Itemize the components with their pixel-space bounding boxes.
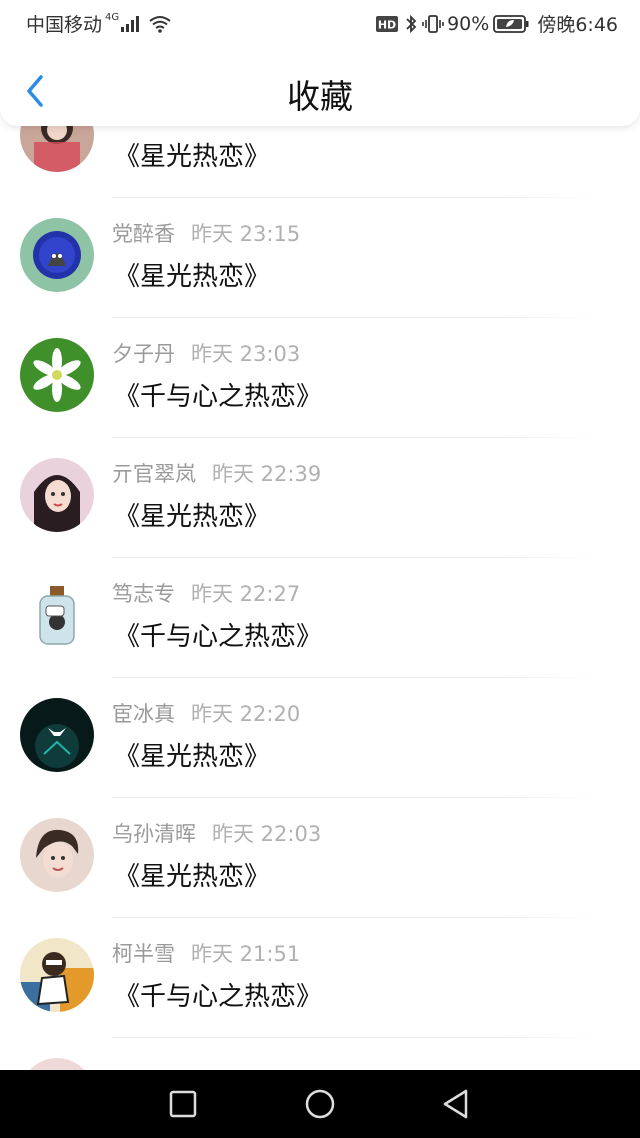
avatar xyxy=(20,218,94,292)
page-title: 收藏 xyxy=(287,77,353,116)
bluetooth-icon xyxy=(406,14,417,33)
favorite-item[interactable]: 宦冰真 昨天 22:20 《星光热恋》 xyxy=(0,678,640,798)
item-time: 昨天 22:27 xyxy=(191,582,301,606)
vibrate-icon xyxy=(422,14,444,33)
wifi-icon xyxy=(149,15,171,33)
avatar xyxy=(20,698,94,772)
home-button[interactable] xyxy=(300,1084,340,1124)
clock: 傍晚6:46 xyxy=(537,14,618,36)
item-time: 昨天 22:03 xyxy=(212,822,322,846)
svg-text:HD: HD xyxy=(378,18,396,31)
signal-icon xyxy=(121,15,140,32)
author-name: 柯半雪 xyxy=(112,942,175,966)
avatar xyxy=(20,818,94,892)
item-meta: 亓官翠岚 昨天 22:39 xyxy=(112,458,321,488)
item-title: 《千与心之热恋》 xyxy=(114,982,323,1012)
author-name: 党醉香 xyxy=(112,222,175,246)
item-title: 《星光热恋》 xyxy=(114,262,271,292)
system-nav-bar xyxy=(0,1070,640,1138)
favorites-screen: 《星光热恋》 党醉香 昨天 23:15 《星光热恋》 夕子丹 昨天 23:03 … xyxy=(0,0,640,1138)
nav-bar: 收藏 xyxy=(0,56,640,126)
carrier-name: 中国移动 xyxy=(26,14,103,36)
favorite-item[interactable]: 党醉香 昨天 23:15 《星光热恋》 xyxy=(0,198,640,318)
author-name: 亓官翠岚 xyxy=(112,462,196,486)
item-time: 昨天 21:51 xyxy=(191,942,301,966)
item-meta: 笃志专 昨天 22:27 xyxy=(112,578,300,608)
author-name: 乌孙清晖 xyxy=(112,822,196,846)
avatar xyxy=(20,338,94,412)
favorite-item[interactable]: 亓官翠岚 昨天 22:39 《星光热恋》 xyxy=(0,438,640,558)
item-meta: 乌孙清晖 昨天 22:03 xyxy=(112,818,321,848)
network-type: 4G xyxy=(105,12,120,23)
item-time: 昨天 22:39 xyxy=(212,462,322,486)
item-title: 《星光热恋》 xyxy=(114,862,271,892)
item-meta: 夕子丹 昨天 23:03 xyxy=(112,338,300,368)
item-title: 《千与心之热恋》 xyxy=(114,382,323,412)
battery-percent: 90% xyxy=(447,12,490,35)
author-name: 夕子丹 xyxy=(112,342,175,366)
circle-icon xyxy=(305,1089,335,1119)
hd-icon: HD xyxy=(376,15,399,32)
item-title: 《星光热恋》 xyxy=(114,502,271,532)
favorite-item[interactable]: 夕子丹 昨天 23:03 《千与心之热恋》 xyxy=(0,318,640,438)
item-time: 昨天 23:03 xyxy=(191,342,301,366)
favorite-item[interactable]: 柯半雪 昨天 21:51 《千与心之热恋》 xyxy=(0,918,640,1038)
item-time: 昨天 22:20 xyxy=(191,702,301,726)
avatar xyxy=(20,458,94,532)
item-meta: 柯半雪 昨天 21:51 xyxy=(112,938,300,968)
triangle-back-icon xyxy=(443,1089,468,1119)
avatar xyxy=(20,578,94,652)
square-icon xyxy=(169,1090,197,1118)
item-title: 《星光热恋》 xyxy=(114,142,271,172)
author-name: 笃志专 xyxy=(112,582,175,606)
item-time: 昨天 23:15 xyxy=(191,222,301,246)
app-header: 中国移动 4G HD 90% 傍晚6:46 收藏 xyxy=(0,0,640,126)
item-meta: 宦冰真 昨天 22:20 xyxy=(112,698,300,728)
item-title: 《星光热恋》 xyxy=(114,742,271,772)
status-bar: 中国移动 4G HD 90% 傍晚6:46 xyxy=(0,0,640,46)
recent-apps-button[interactable] xyxy=(163,1084,203,1124)
item-meta: 党醉香 昨天 23:15 xyxy=(112,218,300,248)
item-title: 《千与心之热恋》 xyxy=(114,622,323,652)
battery-icon xyxy=(493,14,529,33)
favorite-item[interactable]: 乌孙清晖 昨天 22:03 《星光热恋》 xyxy=(0,798,640,918)
favorite-item[interactable]: 笃志专 昨天 22:27 《千与心之热恋》 xyxy=(0,558,640,678)
avatar xyxy=(20,938,94,1012)
author-name: 宦冰真 xyxy=(112,702,175,726)
system-back-button[interactable] xyxy=(436,1084,476,1124)
